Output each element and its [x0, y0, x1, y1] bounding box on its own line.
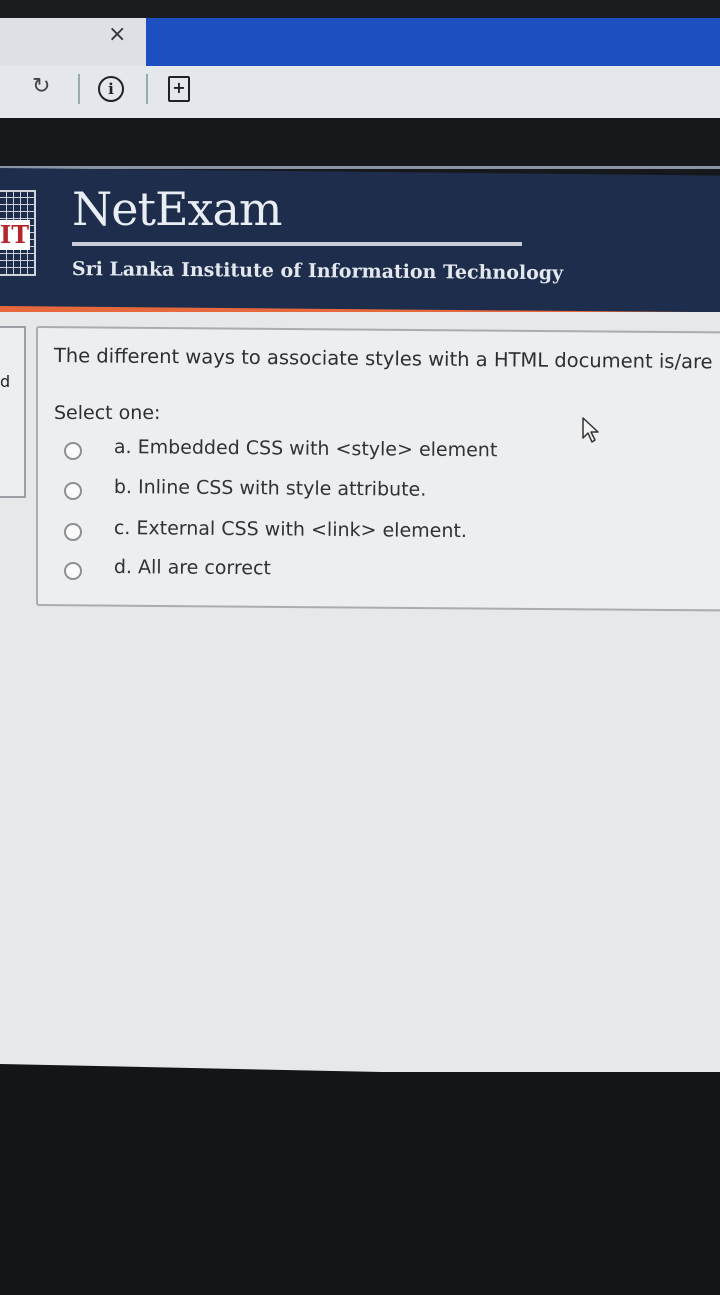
screen-bezel-bottom-fill	[0, 1100, 720, 1280]
mouse-cursor-icon	[582, 417, 599, 443]
close-icon[interactable]: ×	[108, 22, 126, 47]
radio-b[interactable]	[64, 482, 82, 500]
brand-underline	[72, 242, 522, 246]
reload-icon[interactable]: ↻	[32, 74, 50, 99]
institute-name: Sri Lanka Institute of Information Techn…	[71, 258, 564, 285]
radio-d[interactable]	[64, 562, 82, 580]
select-one-prompt: Select one:	[54, 402, 161, 424]
radio-a[interactable]	[64, 442, 82, 460]
toolbar-divider	[146, 74, 148, 104]
toolbar-divider	[78, 74, 80, 104]
brand-title[interactable]: NetExam	[72, 182, 283, 236]
option-b-label[interactable]: b. Inline CSS with style attribute.	[114, 476, 427, 501]
option-c-label[interactable]: c. External CSS with <link> element.	[114, 517, 467, 542]
page-action-icon[interactable]: +	[168, 76, 190, 102]
info-icon[interactable]: i	[98, 76, 124, 102]
radio-c[interactable]	[64, 523, 82, 541]
institute-logo: IT	[0, 220, 30, 250]
question-info-panel	[0, 326, 26, 498]
info-panel-text: d	[0, 372, 11, 391]
option-d-label[interactable]: d. All are correct	[114, 556, 271, 579]
option-a-label[interactable]: a. Embedded CSS with <style> element	[114, 436, 498, 461]
active-tab[interactable]	[146, 18, 720, 70]
screen-bezel-top	[0, 0, 720, 18]
